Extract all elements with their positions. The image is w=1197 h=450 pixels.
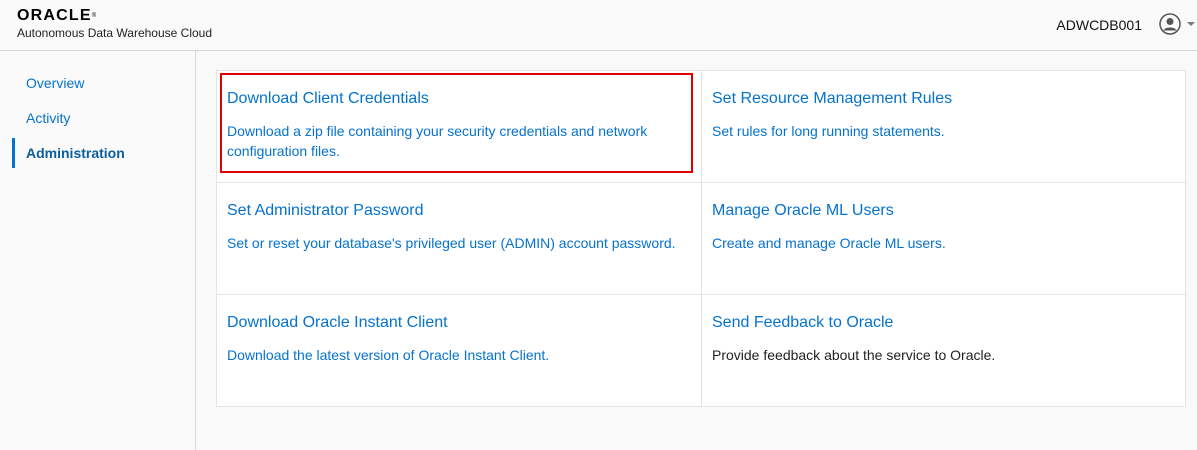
card-download-client-credentials: Download Client Credentials Download a z… xyxy=(217,71,702,183)
app-subtitle: Autonomous Data Warehouse Cloud xyxy=(17,26,212,40)
card-description: Download the latest version of Oracle In… xyxy=(227,347,550,363)
oracle-logo: ORACLE® xyxy=(17,7,97,24)
database-name: ADWCDB001 xyxy=(1056,17,1142,33)
card-description: Provide feedback about the service to Or… xyxy=(712,347,996,363)
card-description: Download a zip file containing your secu… xyxy=(227,123,648,159)
card-download-oracle-instant-client: Download Oracle Instant Client Download … xyxy=(217,295,702,407)
chevron-down-icon[interactable] xyxy=(1186,20,1196,28)
sidebar-item-administration[interactable]: Administration xyxy=(12,138,192,168)
set-resource-management-rules-link[interactable]: Set Resource Management Rules xyxy=(712,90,952,108)
send-feedback-to-oracle-link[interactable]: Send Feedback to Oracle xyxy=(712,314,893,332)
user-circle-icon[interactable] xyxy=(1159,13,1181,35)
set-administrator-password-link[interactable]: Set Administrator Password xyxy=(227,202,424,220)
sidebar-nav: Overview Activity Administration xyxy=(0,51,196,450)
card-set-resource-management-rules: Set Resource Management Rules Set rules … xyxy=(702,71,1187,183)
card-manage-oracle-ml-users: Manage Oracle ML Users Create and manage… xyxy=(702,183,1187,295)
card-send-feedback-to-oracle: Send Feedback to Oracle Provide feedback… xyxy=(702,295,1187,407)
manage-oracle-ml-users-link[interactable]: Manage Oracle ML Users xyxy=(712,202,894,220)
sidebar-item-overview[interactable]: Overview xyxy=(12,68,192,98)
card-description: Set rules for long running statements. xyxy=(712,123,945,139)
app-header: ORACLE® Autonomous Data Warehouse Cloud … xyxy=(0,0,1197,51)
card-description: Create and manage Oracle ML users. xyxy=(712,235,946,251)
download-oracle-instant-client-link[interactable]: Download Oracle Instant Client xyxy=(227,314,448,332)
sidebar-item-activity[interactable]: Activity xyxy=(12,103,192,133)
card-set-administrator-password: Set Administrator Password Set or reset … xyxy=(217,183,702,295)
download-client-credentials-link[interactable]: Download Client Credentials xyxy=(227,90,429,108)
card-description: Set or reset your database's privileged … xyxy=(227,235,676,251)
administration-grid: Download Client Credentials Download a z… xyxy=(216,70,1187,407)
